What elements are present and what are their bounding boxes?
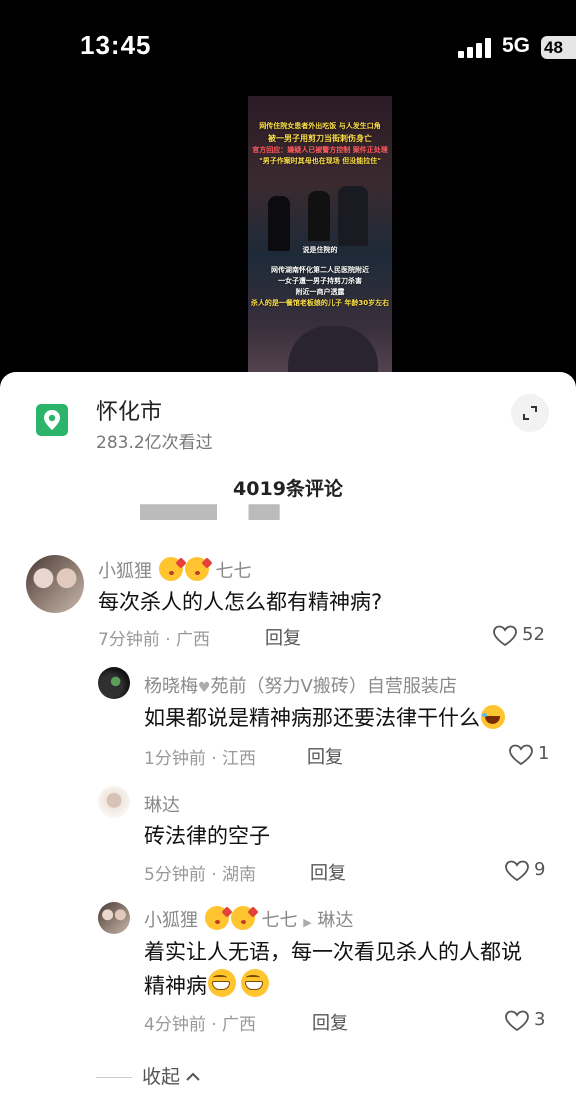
video-caption: 网传住院女患者外出吃饭 与人发生口角: [259, 122, 381, 130]
like-count: 9: [534, 859, 546, 880]
battery-icon: 48: [541, 36, 576, 59]
like-count: 52: [522, 624, 545, 645]
reply-button[interactable]: 回复: [307, 743, 343, 769]
grinning-emoji-icon: [241, 969, 269, 997]
video-figure: [308, 191, 330, 241]
reply-button[interactable]: 回复: [265, 624, 301, 650]
reply-button[interactable]: 回复: [312, 1009, 348, 1035]
reply-meta: 1分钟前 · 江西: [144, 749, 257, 769]
video-figure: [338, 186, 368, 246]
reply-username[interactable]: 杨晓梅♥苑前（努力V搬砖）自营服装店: [144, 672, 457, 698]
reply-username[interactable]: 小狐狸 七七 ▶ 琳达: [144, 906, 353, 932]
kiss-emoji-icon: [230, 906, 255, 930]
divider: [96, 1077, 132, 1078]
username-suffix: 七七: [261, 910, 298, 931]
reply-meta: 4分钟前 · 广西: [144, 1015, 257, 1035]
heart-outline-icon: [509, 744, 533, 766]
kiss-emoji-icon: [184, 557, 209, 581]
collapse-label: 收起: [142, 1066, 181, 1088]
avatar[interactable]: [98, 902, 130, 934]
like-button[interactable]: 52: [492, 624, 552, 648]
comment-username[interactable]: 小狐狸 七七: [98, 557, 251, 583]
signal-strength-icon: [458, 38, 492, 58]
chevron-up-icon: [186, 1072, 200, 1081]
kiss-emoji-icon: [204, 906, 229, 930]
reply-meta: 5分钟前 · 湖南: [144, 865, 257, 885]
comment-meta: 7分钟前 · 广西: [98, 630, 211, 650]
comment-count-title: 4019条评论: [233, 478, 343, 500]
network-type: 5G: [502, 34, 531, 57]
like-count: 3: [534, 1009, 546, 1030]
reply-text: 砖法律的空子: [144, 824, 270, 848]
reply-username[interactable]: 琳达: [144, 791, 180, 817]
video-caption: 附近一商户透露: [295, 288, 345, 296]
username-text: 小狐狸: [98, 561, 152, 582]
location-views: 283.2亿次看过: [96, 433, 213, 453]
video-player[interactable]: 网传住院女患者外出吃饭 与人发生口角 被一男子用剪刀当街刺伤身亡 官方回应：嫌疑…: [0, 96, 576, 386]
reply-text: 如果都说是精神病那还要法律干什么: [144, 702, 506, 735]
scrolled-comment-fragment: ▆▆▆▆▆ ▆▆: [140, 504, 280, 520]
location-name[interactable]: 怀化市: [96, 394, 162, 426]
comment-sheet: 怀化市 283.2亿次看过 4019条评论 ▆▆▆▆▆ ▆▆ 小狐狸 七七 每次…: [0, 372, 576, 1109]
username-text: 小狐狸: [144, 910, 198, 931]
reply-text-content: 如果都说是精神病那还要法律干什么: [144, 706, 480, 730]
username-text: 苑前（努力V搬砖）自营服装店: [210, 676, 457, 697]
reply-button[interactable]: 回复: [310, 859, 346, 885]
reply-text: 着实让人无语，每一次看见杀人的人都说: [144, 940, 522, 964]
collapse-replies-button[interactable]: 收起: [96, 1062, 200, 1089]
status-bar: 13:45 5G 48: [0, 0, 576, 96]
heart-outline-icon: [505, 860, 529, 882]
heart-outline-icon: [505, 1010, 529, 1032]
video-caption: "男子作案时其母也在现场 但没能拉住": [259, 157, 381, 165]
video-figure: [268, 196, 290, 251]
like-button[interactable]: 1: [508, 743, 558, 767]
expand-button[interactable]: [511, 394, 549, 432]
laughing-emoji-icon: [481, 705, 505, 729]
video-thumbnail[interactable]: 网传住院女患者外出吃饭 与人发生口角 被一男子用剪刀当街刺伤身亡 官方回应：嫌疑…: [248, 96, 392, 386]
comment-text: 每次杀人的人怎么都有精神病?: [98, 590, 383, 614]
video-caption: 网传湖南怀化第二人民医院附近: [271, 266, 369, 274]
reply-to-username[interactable]: 琳达: [317, 910, 353, 931]
map-pin-icon[interactable]: [36, 404, 68, 436]
like-button[interactable]: 3: [504, 1009, 554, 1033]
expand-icon: [523, 406, 537, 420]
reply-text: 精神病: [144, 969, 270, 1003]
video-caption: 一女子遭一男子持剪刀杀害: [278, 277, 362, 285]
like-count: 1: [538, 743, 550, 764]
username-suffix: 七七: [215, 561, 252, 582]
status-time: 13:45: [80, 30, 152, 60]
avatar[interactable]: [98, 786, 130, 818]
reply-text-content: 精神病: [144, 974, 207, 998]
video-caption: 说是住院的: [302, 246, 338, 254]
avatar[interactable]: [98, 667, 130, 699]
username-text: 杨晓梅: [144, 676, 198, 697]
reply-arrow-icon: ▶: [303, 916, 312, 929]
like-button[interactable]: 9: [504, 859, 554, 883]
video-caption: 官方回应：嫌疑人已被警方控制 案件正处理: [252, 146, 388, 154]
heart-icon: ♥: [198, 680, 211, 696]
avatar[interactable]: [26, 555, 84, 613]
grinning-emoji-icon: [208, 969, 236, 997]
video-caption: 被一男子用剪刀当街刺伤身亡: [268, 134, 372, 143]
video-caption: 杀人的是一餐馆老板娘的儿子 年龄30岁左右: [250, 299, 390, 307]
kiss-emoji-icon: [158, 557, 183, 581]
heart-outline-icon: [493, 625, 517, 647]
